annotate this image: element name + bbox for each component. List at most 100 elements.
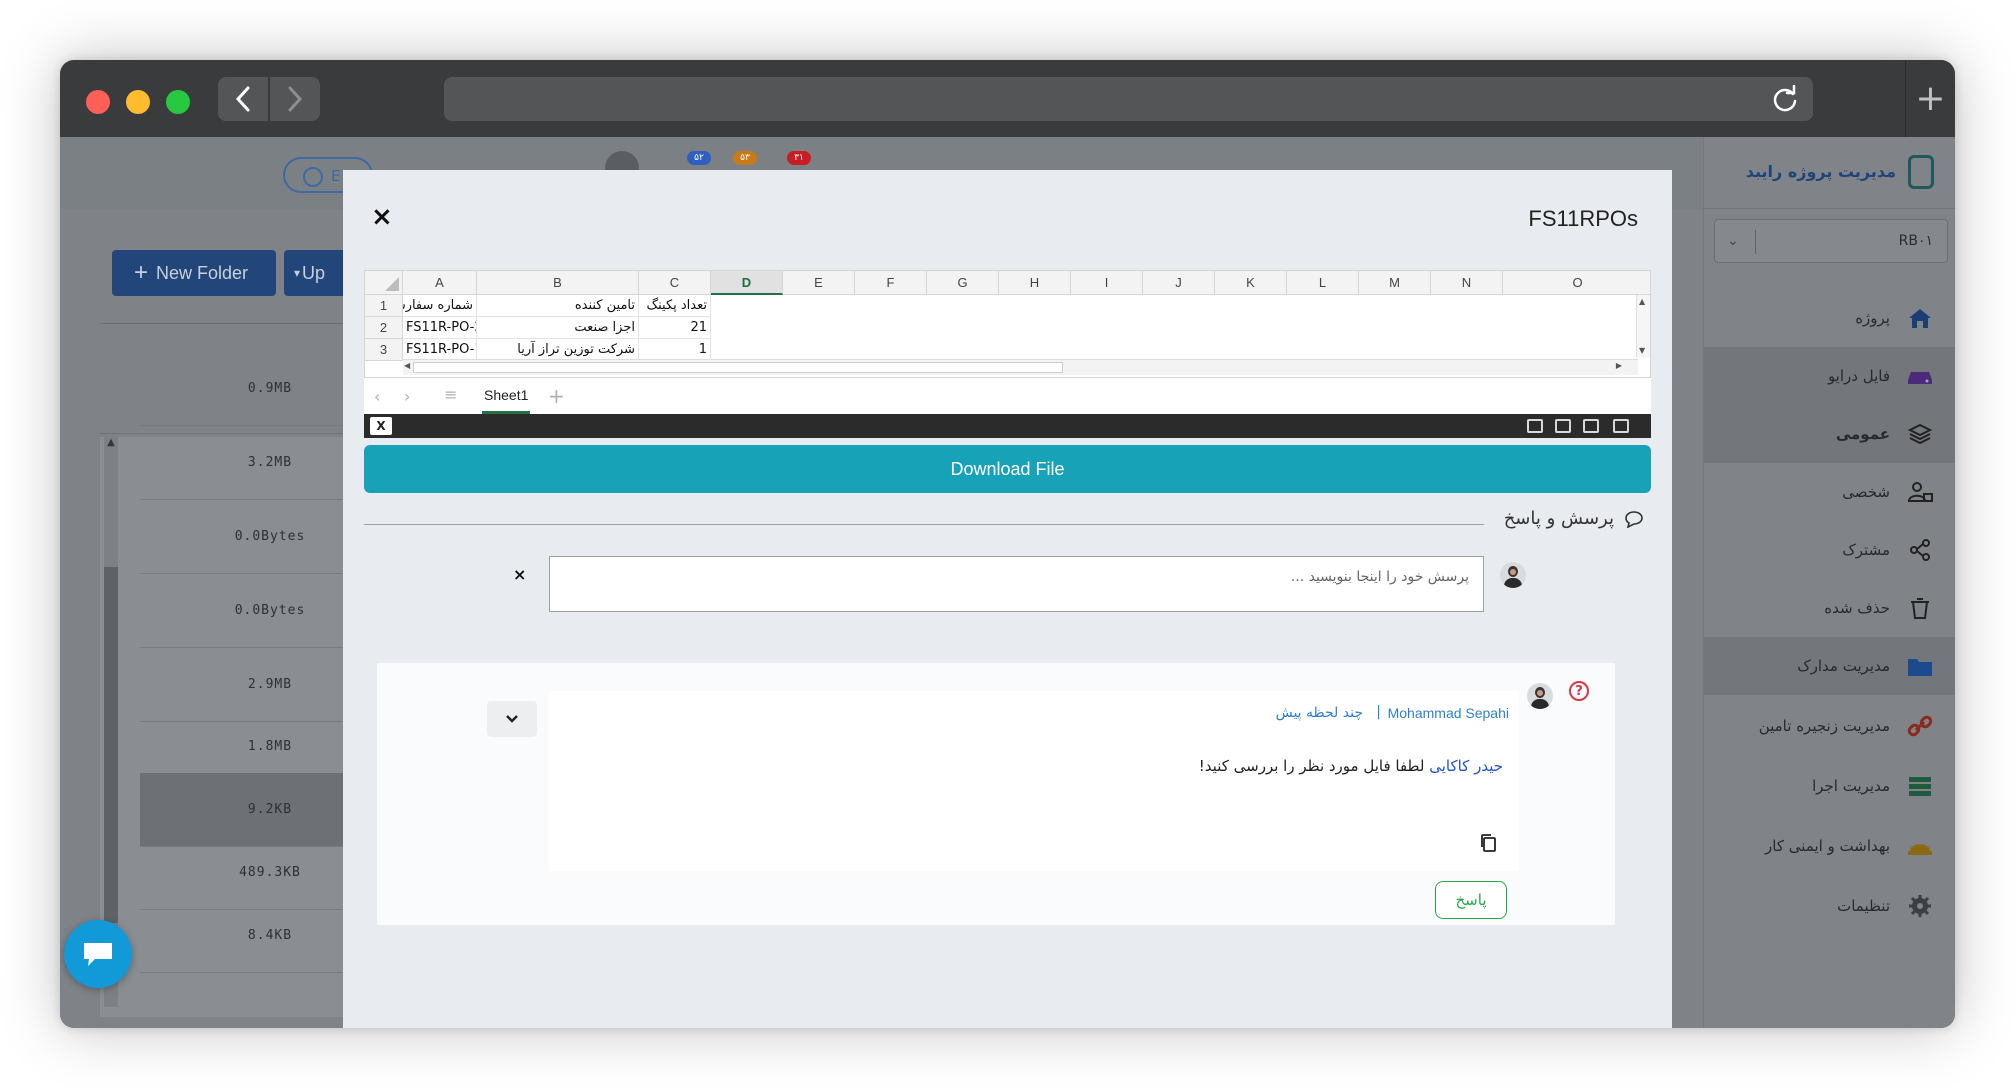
- back-button[interactable]: [218, 77, 268, 121]
- comment-body: لطفا فایل مورد نظر را بررسی کنید!: [1198, 757, 1430, 775]
- column-header[interactable]: H: [999, 271, 1071, 295]
- copy-icon[interactable]: [1527, 419, 1543, 433]
- new-tab-button[interactable]: +: [1905, 60, 1955, 137]
- upload-button[interactable]: ▾ Up: [284, 250, 348, 296]
- table-cell[interactable]: FS11R-PO-2: [403, 317, 477, 339]
- scroll-up-icon[interactable]: ▲: [1639, 297, 1645, 306]
- sidebar-item-supply-chain[interactable]: مدیریت زنجیره تامین: [1704, 697, 1955, 755]
- sidebar-item-execution[interactable]: مدیریت اجرا: [1704, 757, 1955, 815]
- add-sheet-icon[interactable]: +: [548, 384, 565, 408]
- sheet-tabs-bar: ‹ › ≡ Sheet1 +: [364, 378, 1651, 414]
- question-placeholder: پرسش خود را اینجا بنویسید ...: [1290, 569, 1469, 585]
- close-window-button[interactable]: [86, 90, 110, 114]
- sidebar-item-project[interactable]: پروژه: [1704, 289, 1955, 347]
- row-header[interactable]: 1: [365, 295, 403, 317]
- table-cell[interactable]: تعداد پکینگ: [639, 295, 711, 317]
- save-icon[interactable]: [1555, 419, 1571, 433]
- table-cell[interactable]: اجزا صنعت: [477, 317, 639, 339]
- chevron-right-icon[interactable]: ›: [404, 387, 410, 406]
- chevron-right-icon: [288, 86, 303, 112]
- column-header[interactable]: J: [1143, 271, 1215, 295]
- chevron-down-icon: ⌄: [1727, 233, 1739, 249]
- grid-vertical-scrollbar[interactable]: ▲ ▼: [1636, 295, 1650, 357]
- question-input[interactable]: پرسش خود را اینجا بنویسید ...: [549, 556, 1484, 612]
- column-header[interactable]: G: [927, 271, 999, 295]
- sidebar-item-documents[interactable]: مدیریت مدارک: [1704, 637, 1955, 695]
- sidebar: مدیریت پروژه رایبد RB۰۱ ⌄ پروژه فایل درا…: [1703, 137, 1955, 1028]
- sidebar-item-label: فایل درایو: [1827, 367, 1890, 385]
- scroll-right-icon[interactable]: ▶: [1616, 361, 1622, 370]
- excel-status-bar: X: [364, 414, 1651, 438]
- link-icon: [1907, 715, 1933, 737]
- download-file-button[interactable]: Download File: [364, 445, 1651, 493]
- gear-icon: [1909, 895, 1931, 917]
- sidebar-item-shared[interactable]: مشترک: [1704, 521, 1955, 579]
- maximize-window-button[interactable]: [166, 90, 190, 114]
- notification-badge[interactable]: ۵۲: [687, 151, 711, 165]
- new-folder-button[interactable]: + New Folder: [112, 250, 276, 296]
- grid-horizontal-scrollbar[interactable]: ◀ ▶: [403, 359, 1638, 375]
- collapse-toggle-button[interactable]: [487, 701, 537, 737]
- column-header[interactable]: O: [1503, 271, 1650, 295]
- alert-badge[interactable]: ۳۱: [787, 151, 811, 165]
- horizontal-scroll-thumb[interactable]: [413, 362, 1063, 373]
- sidebar-item-personal[interactable]: شخصی: [1704, 463, 1955, 521]
- column-header[interactable]: M: [1359, 271, 1431, 295]
- reading-view-icon[interactable]: [1583, 419, 1599, 433]
- scroll-up-icon[interactable]: ▲: [104, 437, 118, 455]
- row-header[interactable]: 3: [365, 339, 403, 361]
- popout-icon[interactable]: [1613, 419, 1629, 433]
- minimize-window-button[interactable]: [126, 90, 150, 114]
- file-list-scroll-thumb[interactable]: [104, 567, 118, 923]
- chat-button[interactable]: [64, 920, 132, 988]
- table-cell[interactable]: شرکت توزین تراز آریا: [477, 339, 639, 361]
- column-header[interactable]: F: [855, 271, 927, 295]
- excel-viewer[interactable]: A B C D E F G H I J K L M N O 1 2 3 شمار…: [364, 270, 1651, 438]
- column-header[interactable]: B: [477, 271, 639, 295]
- column-header[interactable]: D: [711, 271, 783, 295]
- table-cell[interactable]: شماره سفارش: [403, 295, 477, 317]
- column-header[interactable]: N: [1431, 271, 1503, 295]
- table-cell[interactable]: 1: [639, 339, 711, 361]
- reply-button[interactable]: پاسخ: [1435, 881, 1507, 919]
- column-header[interactable]: I: [1071, 271, 1143, 295]
- sidebar-item-file-drive[interactable]: فایل درایو: [1704, 347, 1955, 405]
- sidebar-item-deleted[interactable]: حذف شده: [1704, 579, 1955, 637]
- message-badge[interactable]: ۵۳: [733, 151, 757, 165]
- column-header[interactable]: E: [783, 271, 855, 295]
- copy-icon[interactable]: [1479, 833, 1497, 853]
- sidebar-item-settings[interactable]: تنظیمات: [1704, 877, 1955, 935]
- sidebar-item-public[interactable]: عمومی: [1704, 405, 1955, 463]
- table-cell[interactable]: تامین کننده: [477, 295, 639, 317]
- project-select[interactable]: RB۰۱ ⌄: [1714, 219, 1948, 263]
- sidebar-item-hse[interactable]: بهداشت و ایمنی کار: [1704, 817, 1955, 875]
- scroll-left-icon[interactable]: ◀: [404, 361, 410, 370]
- chevron-left-icon[interactable]: ‹: [374, 387, 380, 406]
- brand-logo-icon: [1908, 155, 1934, 189]
- current-user-avatar: [1500, 562, 1526, 588]
- comment-text: حیدر کاکایی لطفا فایل مورد نظر را بررسی …: [1199, 757, 1503, 775]
- comment-author[interactable]: Mohammad Sepahi: [1388, 705, 1509, 721]
- select-all-corner[interactable]: [365, 271, 403, 295]
- user-lock-icon: [1907, 482, 1933, 502]
- mention-link[interactable]: حیدر کاکایی: [1429, 757, 1503, 775]
- sidebar-brand[interactable]: مدیریت پروژه رایبد: [1704, 137, 1955, 209]
- row-header[interactable]: 2: [365, 317, 403, 339]
- column-header[interactable]: L: [1287, 271, 1359, 295]
- table-cell[interactable]: FS11R-PO-1: [403, 339, 477, 361]
- column-header[interactable]: A: [403, 271, 477, 295]
- address-bar[interactable]: [444, 77, 1813, 121]
- column-header[interactable]: K: [1215, 271, 1287, 295]
- sheet-tab-active[interactable]: Sheet1: [482, 378, 531, 414]
- scroll-down-icon[interactable]: ▼: [1639, 346, 1645, 355]
- speech-bubble-icon: [1625, 511, 1643, 528]
- column-header[interactable]: C: [639, 271, 711, 295]
- clear-question-button[interactable]: ×: [513, 565, 526, 584]
- reload-icon[interactable]: [1771, 85, 1799, 113]
- table-cell[interactable]: 21: [639, 317, 711, 339]
- forward-button[interactable]: [270, 77, 320, 121]
- home-icon: [1909, 309, 1931, 328]
- sheet-list-icon[interactable]: ≡: [444, 385, 457, 404]
- modal-close-button[interactable]: ×: [371, 202, 393, 232]
- spreadsheet-grid[interactable]: A B C D E F G H I J K L M N O 1 2 3 شمار…: [364, 270, 1651, 378]
